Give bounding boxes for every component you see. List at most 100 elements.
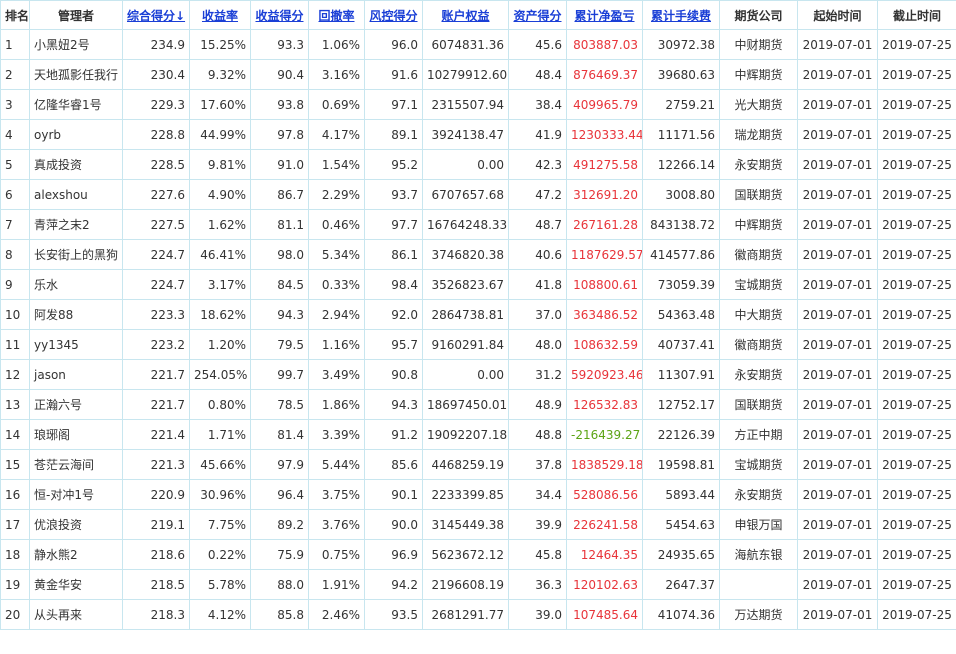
cell-return-rate: 4.12% <box>189 599 251 630</box>
cell-drawdown: 1.06% <box>308 29 365 60</box>
cell-asset-score: 47.2 <box>508 179 567 210</box>
cell-net-pnl: 491275.58 <box>566 149 643 180</box>
cell-return-score: 85.8 <box>250 599 309 630</box>
cell-net-pnl: 363486.52 <box>566 299 643 330</box>
cell-manager: 静水熊2 <box>29 539 123 570</box>
cell-return-rate: 4.90% <box>189 179 251 210</box>
cell-manager: 乐水 <box>29 269 123 300</box>
cell-total-score: 229.3 <box>122 89 190 120</box>
sort-return-score[interactable]: 收益得分 <box>250 0 309 30</box>
cell-equity: 0.00 <box>422 149 509 180</box>
cell-drawdown: 0.75% <box>308 539 365 570</box>
cell-broker: 永安期货 <box>719 479 798 510</box>
sort-drawdown[interactable]: 回撤率 <box>308 0 365 30</box>
cell-manager: 真成投资 <box>29 149 123 180</box>
cell-risk-score: 96.9 <box>364 539 423 570</box>
cell-total-score: 220.9 <box>122 479 190 510</box>
header-manager: 管理者 <box>29 0 123 30</box>
cell-equity: 16764248.33 <box>422 209 509 240</box>
cell-drawdown: 3.76% <box>308 509 365 540</box>
cell-broker: 中辉期货 <box>719 209 798 240</box>
cell-fees: 73059.39 <box>642 269 720 300</box>
cell-drawdown: 0.33% <box>308 269 365 300</box>
header-end: 截止时间 <box>877 0 956 30</box>
cell-rank: 6 <box>0 179 30 210</box>
cell-return-rate: 7.75% <box>189 509 251 540</box>
cell-return-score: 79.5 <box>250 329 309 360</box>
table-row: 13 正瀚六号 221.7 0.80% 78.5 1.86% 94.3 18697450.01… <box>0 389 956 420</box>
cell-rank: 8 <box>0 239 30 270</box>
cell-risk-score: 98.4 <box>364 269 423 300</box>
sort-asset-score[interactable]: 资产得分 <box>508 0 567 30</box>
cell-equity: 2196608.19 <box>422 569 509 600</box>
cell-total-score: 218.3 <box>122 599 190 630</box>
cell-drawdown: 1.16% <box>308 329 365 360</box>
cell-start: 2019-07-01 <box>797 329 878 360</box>
cell-start: 2019-07-01 <box>797 449 878 480</box>
cell-end: 2019-07-25 <box>877 329 956 360</box>
cell-total-score: 228.5 <box>122 149 190 180</box>
cell-return-rate: 44.99% <box>189 119 251 150</box>
cell-manager: oyrb <box>29 119 123 150</box>
sort-fees[interactable]: 累计手续费 <box>642 0 720 30</box>
cell-fees: 39680.63 <box>642 59 720 90</box>
cell-drawdown: 3.49% <box>308 359 365 390</box>
cell-manager: 从头再来 <box>29 599 123 630</box>
cell-risk-score: 94.2 <box>364 569 423 600</box>
sort-net-pnl[interactable]: 累计净盈亏 <box>566 0 643 30</box>
cell-start: 2019-07-01 <box>797 89 878 120</box>
cell-drawdown: 2.94% <box>308 299 365 330</box>
cell-risk-score: 97.7 <box>364 209 423 240</box>
cell-return-rate: 17.60% <box>189 89 251 120</box>
cell-manager: 苍茫云海间 <box>29 449 123 480</box>
cell-end: 2019-07-25 <box>877 389 956 420</box>
cell-broker: 中财期货 <box>719 29 798 60</box>
sort-risk-score[interactable]: 风控得分 <box>364 0 423 30</box>
cell-asset-score: 41.8 <box>508 269 567 300</box>
cell-total-score: 218.5 <box>122 569 190 600</box>
cell-broker: 永安期货 <box>719 149 798 180</box>
cell-asset-score: 31.2 <box>508 359 567 390</box>
cell-equity: 3924138.47 <box>422 119 509 150</box>
cell-risk-score: 90.0 <box>364 509 423 540</box>
cell-broker: 徽商期货 <box>719 329 798 360</box>
cell-end: 2019-07-25 <box>877 299 956 330</box>
cell-net-pnl: 107485.64 <box>566 599 643 630</box>
cell-return-rate: 30.96% <box>189 479 251 510</box>
sort-return-rate[interactable]: 收益率 <box>189 0 251 30</box>
cell-fees: 414577.86 <box>642 239 720 270</box>
cell-return-score: 93.3 <box>250 29 309 60</box>
cell-rank: 14 <box>0 419 30 450</box>
cell-equity: 3746820.38 <box>422 239 509 270</box>
sort-total-score[interactable]: 综合得分↓ <box>122 0 190 30</box>
sort-equity[interactable]: 账户权益 <box>422 0 509 30</box>
cell-rank: 20 <box>0 599 30 630</box>
cell-end: 2019-07-25 <box>877 419 956 450</box>
cell-asset-score: 40.6 <box>508 239 567 270</box>
cell-broker: 万达期货 <box>719 599 798 630</box>
cell-rank: 5 <box>0 149 30 180</box>
cell-equity: 2681291.77 <box>422 599 509 630</box>
cell-broker: 国联期货 <box>719 179 798 210</box>
table-row: 6 alexshou 227.6 4.90% 86.7 2.29% 93.7 6707657.… <box>0 179 956 210</box>
cell-fees: 11171.56 <box>642 119 720 150</box>
cell-return-score: 81.1 <box>250 209 309 240</box>
table-row: 9 乐水 224.7 3.17% 84.5 0.33% 98.4 3526823.67 41.8… <box>0 269 956 300</box>
table-row: 1 小黑妞2号 234.9 15.25% 93.3 1.06% 96.0 6074831.36… <box>0 29 956 60</box>
cell-drawdown: 1.86% <box>308 389 365 420</box>
cell-return-score: 97.8 <box>250 119 309 150</box>
cell-asset-score: 36.3 <box>508 569 567 600</box>
cell-risk-score: 97.1 <box>364 89 423 120</box>
cell-return-rate: 15.25% <box>189 29 251 60</box>
cell-return-score: 94.3 <box>250 299 309 330</box>
cell-equity: 2864738.81 <box>422 299 509 330</box>
cell-rank: 1 <box>0 29 30 60</box>
cell-asset-score: 39.0 <box>508 599 567 630</box>
header-broker: 期货公司 <box>719 0 798 30</box>
cell-equity: 9160291.84 <box>422 329 509 360</box>
cell-manager: 天地孤影任我行 <box>29 59 123 90</box>
cell-start: 2019-07-01 <box>797 479 878 510</box>
cell-return-score: 81.4 <box>250 419 309 450</box>
cell-drawdown: 3.75% <box>308 479 365 510</box>
cell-manager: 亿隆华睿1号 <box>29 89 123 120</box>
